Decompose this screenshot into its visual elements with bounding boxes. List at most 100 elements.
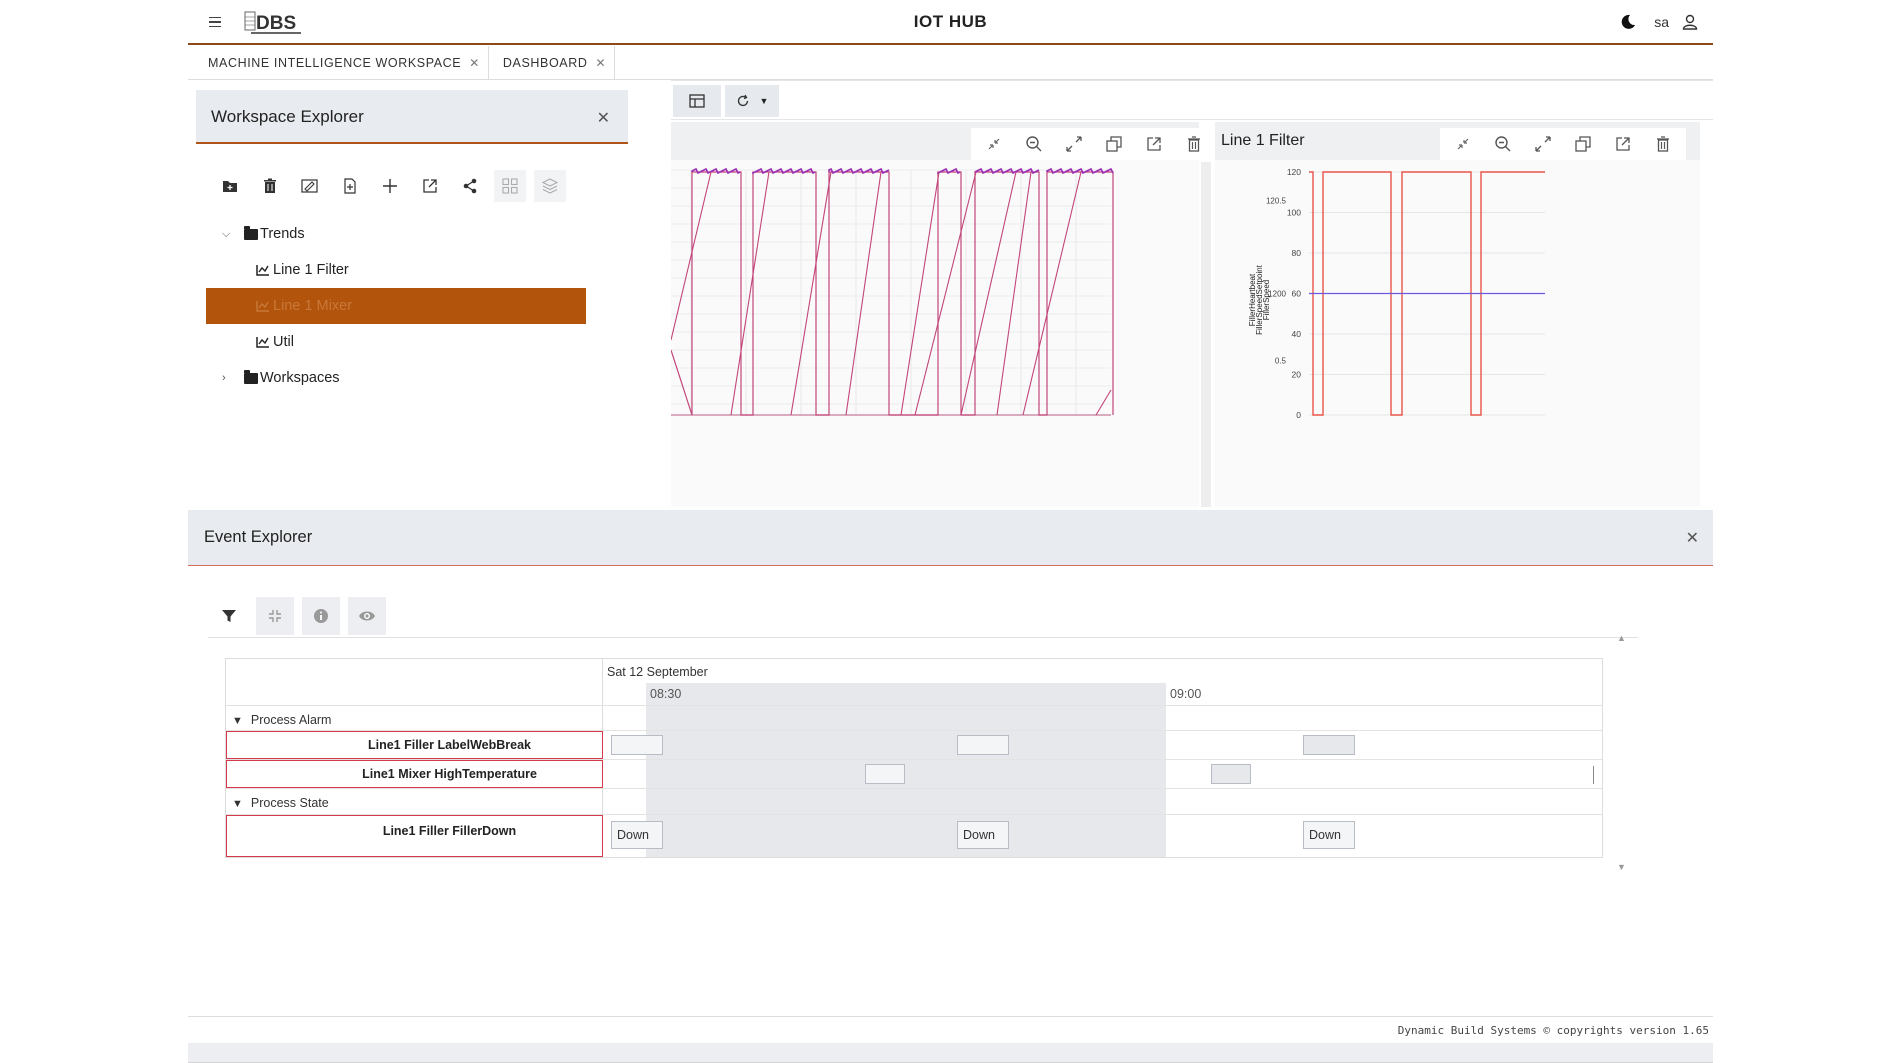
filter-icon[interactable]: [210, 597, 248, 635]
series-ramp: [845, 171, 882, 416]
trend-plot-right[interactable]: 020406080100120120.512000.5 FillerHeartb…: [1215, 160, 1700, 507]
workspace-tree: ⌵ Trends Line 1 Filter Line 1 Mixer Util…: [206, 216, 586, 396]
event-block[interactable]: [1303, 735, 1355, 755]
state-block-down[interactable]: Down: [957, 821, 1009, 849]
y-axis-ticks: 020406080100120120.512000.5: [1266, 167, 1301, 420]
tree-item-line-1-filter[interactable]: Line 1 Filter: [206, 252, 586, 288]
layers-icon[interactable]: [534, 170, 566, 202]
chart-controls: [971, 128, 1217, 160]
series-ramp: [960, 171, 1017, 416]
collapse-icon[interactable]: [979, 131, 1009, 157]
tab-dashboard[interactable]: DASHBOARD ✕: [489, 46, 616, 80]
add-icon[interactable]: [374, 170, 406, 202]
event-block[interactable]: [1211, 764, 1251, 784]
tree-item-line-1-mixer[interactable]: Line 1 Mixer: [206, 288, 586, 324]
close-icon[interactable]: ✕: [1686, 528, 1699, 548]
open-external-icon[interactable]: [414, 170, 446, 202]
event-item-label[interactable]: Line1 Filler LabelWebBreak: [226, 731, 603, 759]
clone-icon[interactable]: [1099, 131, 1129, 157]
divider: [208, 637, 1638, 638]
expand-icon[interactable]: [1528, 131, 1558, 157]
tree-item-util[interactable]: Util: [206, 324, 586, 360]
tab-machine-intelligence-workspace[interactable]: MACHINE INTELLIGENCE WORKSPACE ✕: [188, 46, 489, 80]
trend-plot-left[interactable]: [671, 160, 1199, 507]
tree-folder-trends[interactable]: ⌵ Trends: [206, 216, 586, 252]
scroll-up-icon[interactable]: ▲: [1617, 633, 1626, 643]
group-label-text: Process State: [250, 796, 329, 810]
grid-layout-icon[interactable]: [494, 170, 526, 202]
y-tick-label: 100: [1287, 208, 1301, 218]
delete-icon[interactable]: [1179, 131, 1209, 157]
close-tab-icon[interactable]: ✕: [469, 56, 480, 70]
workspace-explorer-title: Workspace Explorer: [211, 107, 364, 126]
y-tick-label: 0: [1296, 410, 1301, 420]
y-tick-label: 60: [1292, 289, 1302, 299]
scroll-down-icon[interactable]: ▼: [1617, 862, 1626, 872]
info-icon[interactable]: [302, 597, 340, 635]
dark-mode-moon-icon[interactable]: [1619, 13, 1637, 31]
y-axis-label: FillerSpeed: [1262, 280, 1271, 320]
series-line-sawtooth-steps: [671, 171, 1114, 416]
delete-icon[interactable]: [254, 170, 286, 202]
event-block[interactable]: [611, 735, 663, 755]
trend-chart-right: Line 1 Filter 0 20 40 60 80 100 120 120.5 1200 0.…: [1215, 122, 1700, 507]
layout-toggle-icon[interactable]: [673, 85, 721, 117]
series-ramp: [1095, 389, 1112, 416]
tree-item-label: Line 1 Mixer: [273, 298, 352, 314]
state-block-down[interactable]: Down: [1303, 821, 1355, 849]
y-tick-label: 120: [1287, 167, 1301, 177]
user-account-icon[interactable]: [1681, 13, 1699, 31]
expand-icon[interactable]: [1059, 131, 1089, 157]
refresh-icon: [737, 94, 748, 107]
app-frame: DBS IOT HUB sa MACHINE INTELLIGENCE WORK…: [188, 0, 1713, 1063]
chart-series: [1309, 171, 1545, 416]
event-item-label[interactable]: Line1 Mixer HighTemperature: [226, 760, 603, 788]
open-external-icon[interactable]: [1608, 131, 1638, 157]
chevron-down-icon[interactable]: ⌵: [222, 228, 236, 241]
series-ramp: [1022, 171, 1082, 416]
tree-folder-workspaces[interactable]: › Workspaces: [206, 360, 586, 396]
y-tick-label: 40: [1292, 329, 1302, 339]
delete-icon[interactable]: [1648, 131, 1678, 157]
group-label-process-alarm[interactable]: ▼ Process Alarm: [232, 713, 331, 727]
y-tick-label-secondary: 120.5: [1266, 196, 1287, 205]
add-folder-icon[interactable]: [214, 170, 246, 202]
top-bar: DBS IOT HUB sa: [188, 0, 1713, 45]
tab-label: DASHBOARD: [502, 56, 588, 70]
timeline-group-row[interactable]: ▼ Process State: [226, 789, 1602, 815]
collapse-icon[interactable]: [1448, 131, 1478, 157]
trend-chart-left: [671, 122, 1217, 507]
workspace-toolbar: [214, 170, 566, 202]
triangle-down-icon[interactable]: ▼: [232, 798, 243, 810]
footer-bar: [188, 1043, 1713, 1063]
group-label-process-state[interactable]: ▼ Process State: [232, 796, 329, 810]
eye-icon[interactable]: [348, 597, 386, 635]
event-block[interactable]: [865, 764, 905, 784]
state-block-down[interactable]: Down: [611, 821, 663, 849]
open-external-icon[interactable]: [1139, 131, 1169, 157]
folder-icon: [244, 369, 258, 384]
rename-icon[interactable]: [294, 170, 326, 202]
new-file-icon[interactable]: [334, 170, 366, 202]
collapse-arrows-icon[interactable]: [256, 597, 294, 635]
chart-title: Line 1 Filter: [1221, 132, 1305, 149]
zoom-out-icon[interactable]: [1488, 131, 1518, 157]
triangle-down-icon[interactable]: ▼: [232, 715, 243, 727]
timeline-tick: 09:00: [1170, 687, 1202, 701]
clone-icon[interactable]: [1568, 131, 1598, 157]
timeline-end-marker: [1593, 766, 1594, 784]
event-item-label[interactable]: Line1 Filler FillerDown: [226, 815, 603, 857]
series-ramp: [790, 171, 832, 416]
event-block[interactable]: [957, 735, 1009, 755]
series-ramp: [914, 171, 977, 416]
share-icon[interactable]: [454, 170, 486, 202]
refresh-dropdown-button[interactable]: ▼: [725, 85, 779, 117]
timeline-group-row[interactable]: ▼ Process Alarm: [226, 705, 1602, 731]
zoom-out-icon[interactable]: [1019, 131, 1049, 157]
timeline-item-row: Line1 Filler LabelWebBreak: [226, 731, 1602, 760]
panel-divider[interactable]: [1201, 162, 1211, 507]
chevron-right-icon[interactable]: ›: [222, 372, 236, 384]
close-icon[interactable]: ✕: [597, 108, 610, 128]
close-tab-icon[interactable]: ✕: [595, 56, 606, 70]
group-label-text: Process Alarm: [250, 713, 332, 727]
